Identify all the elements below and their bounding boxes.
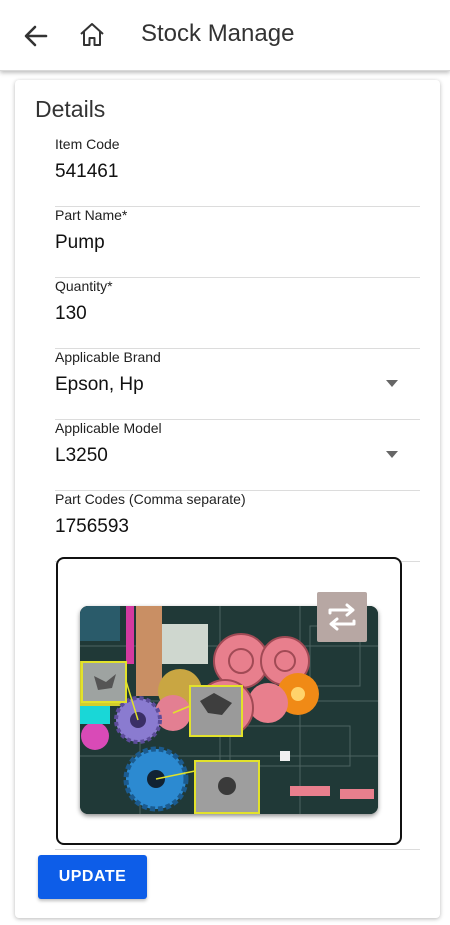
model-label: Applicable Model	[55, 420, 162, 436]
details-card: Details Item Code 541461 Part Name* Pump…	[15, 80, 440, 918]
part-name-value[interactable]: Pump	[55, 232, 105, 254]
item-code-label: Item Code	[55, 136, 120, 152]
swap-image-button[interactable]	[317, 592, 367, 642]
item-code-value[interactable]: 541461	[55, 161, 118, 183]
part-codes-value[interactable]: 1756593	[55, 516, 129, 538]
update-button[interactable]: UPDATE	[38, 855, 147, 899]
details-heading: Details	[35, 96, 106, 122]
page-title: Stock Manage	[141, 20, 295, 47]
home-icon[interactable]	[78, 21, 106, 49]
divider	[55, 849, 420, 850]
model-value[interactable]: L3250	[55, 445, 108, 467]
brand-value[interactable]: Epson, Hp	[55, 374, 144, 396]
item-code-field[interactable]: Item Code 541461	[55, 136, 420, 207]
image-preview-box	[56, 557, 402, 845]
chevron-down-icon[interactable]	[386, 451, 398, 458]
brand-select[interactable]: Applicable Brand Epson, Hp	[55, 349, 420, 420]
quantity-field[interactable]: Quantity* 130	[55, 278, 420, 349]
swap-icon	[328, 603, 356, 631]
chevron-down-icon[interactable]	[386, 380, 398, 387]
quantity-label: Quantity*	[55, 278, 113, 294]
part-codes-field[interactable]: Part Codes (Comma separate) 1756593	[55, 491, 420, 562]
arrow-left-icon[interactable]	[22, 22, 50, 50]
app-bar: Stock Manage	[0, 0, 450, 71]
part-codes-label: Part Codes (Comma separate)	[55, 491, 246, 507]
brand-label: Applicable Brand	[55, 349, 161, 365]
part-name-label: Part Name*	[55, 207, 128, 223]
quantity-value[interactable]: 130	[55, 303, 87, 325]
part-name-field[interactable]: Part Name* Pump	[55, 207, 420, 278]
model-select[interactable]: Applicable Model L3250	[55, 420, 420, 491]
